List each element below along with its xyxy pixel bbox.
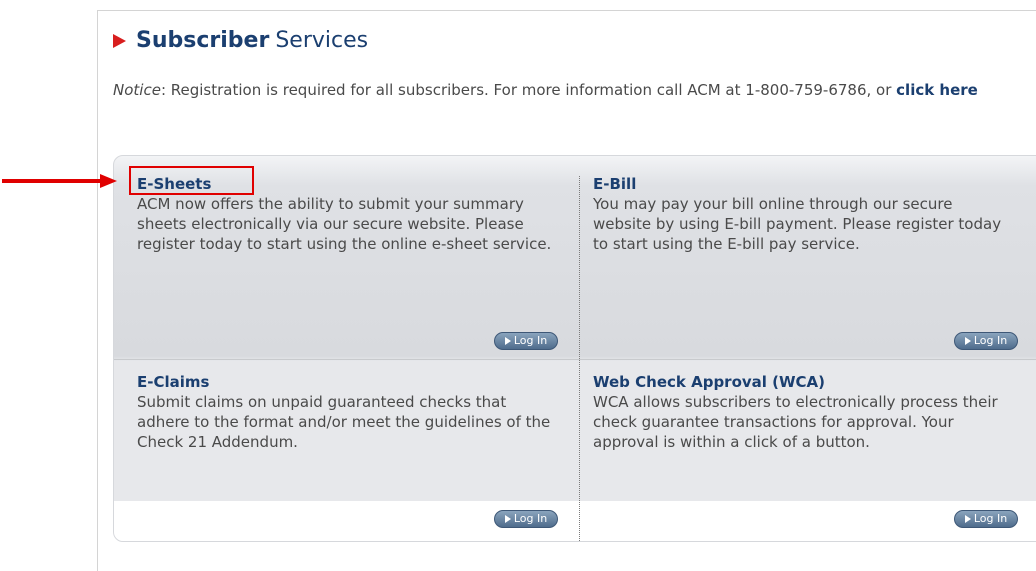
esheets-login-button[interactable]: Log In (494, 332, 558, 350)
eclaims-description: Submit claims on unpaid guaranteed check… (137, 393, 551, 451)
red-pointer-arrow-icon (0, 174, 120, 188)
notice-body: : Registration is required for all subsc… (160, 81, 897, 99)
ebill-description: You may pay your bill online through our… (593, 195, 1002, 253)
wca-title-link[interactable]: Web Check Approval (WCA) (593, 372, 825, 392)
arrow-head (100, 174, 117, 188)
title-arrow-icon (113, 34, 126, 48)
wca-description: WCA allows subscribers to electronically… (593, 393, 998, 451)
login-label: Log In (973, 512, 1008, 525)
play-icon (504, 515, 511, 523)
play-icon (504, 337, 511, 345)
play-icon (964, 337, 971, 345)
page-title: Subscriber Services (113, 26, 368, 56)
login-label: Log In (973, 334, 1008, 347)
login-label: Log In (513, 512, 548, 525)
click-here-link[interactable]: click here (896, 81, 978, 99)
play-icon (964, 515, 971, 523)
eclaims-login-button[interactable]: Log In (494, 510, 558, 528)
title-strong: Subscriber (136, 28, 270, 53)
notice-label: Notice (113, 81, 161, 99)
panel-footer (114, 501, 1036, 541)
notice-text: Notice: Registration is required for all… (113, 80, 1018, 120)
login-label: Log In (513, 334, 548, 347)
services-panel: E-Sheets ACM now offers the ability to s… (113, 155, 1036, 542)
ebill-title-link[interactable]: E-Bill (593, 174, 636, 194)
column-divider (579, 176, 580, 541)
esheets-description: ACM now offers the ability to submit you… (137, 195, 552, 253)
arrow-shaft (2, 179, 102, 183)
row-divider (114, 359, 1036, 360)
title-rest: Services (275, 28, 369, 53)
ebill-login-button[interactable]: Log In (954, 332, 1018, 350)
wca-login-button[interactable]: Log In (954, 510, 1018, 528)
esheets-highlight-box (129, 166, 254, 195)
eclaims-title-link[interactable]: E-Claims (137, 372, 209, 392)
